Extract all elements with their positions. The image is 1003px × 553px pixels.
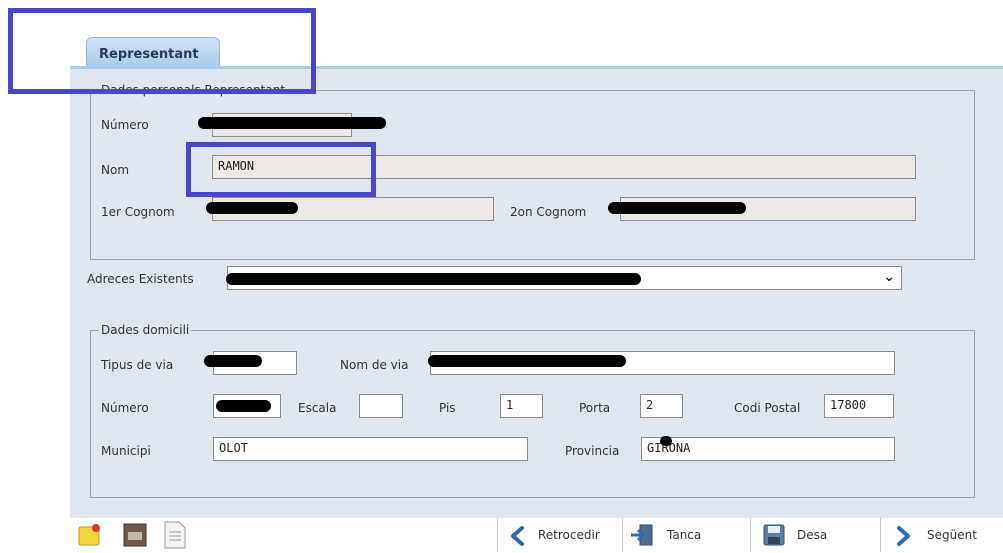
adreces-label: Adreces Existents xyxy=(87,272,194,286)
seguent-button[interactable]: Següent xyxy=(880,518,1003,552)
chevron-down-icon: ⌄ xyxy=(883,269,895,285)
nom-label: Nom xyxy=(101,163,130,177)
exit-door-icon xyxy=(630,524,654,549)
redaction-adreces xyxy=(226,273,641,285)
redaction-numero xyxy=(198,117,386,129)
document-icon[interactable] xyxy=(162,520,188,550)
desa-label: Desa xyxy=(797,528,828,542)
numero-label: Número xyxy=(101,118,149,132)
desa-button[interactable]: Desa xyxy=(750,518,880,552)
tipus-via-label: Tipus de via xyxy=(101,358,174,372)
provincia-label: Provincia xyxy=(565,444,620,458)
retrocedir-label: Retrocedir xyxy=(538,528,600,542)
tanca-button[interactable]: Tanca xyxy=(622,518,750,552)
arrow-right-icon xyxy=(893,526,913,549)
codi-postal-field[interactable]: 17800 xyxy=(824,394,894,418)
retrocedir-button[interactable]: Retrocedir xyxy=(497,518,622,552)
redaction-provincia xyxy=(660,436,672,446)
save-disk-icon xyxy=(763,524,785,549)
pis-field[interactable]: 1 xyxy=(500,394,543,418)
codi-postal-label: Codi Postal xyxy=(734,401,801,415)
porta-label: Porta xyxy=(579,401,611,415)
highlight-box-nom xyxy=(186,142,376,197)
numero-domicili-label: Número xyxy=(101,401,149,415)
redaction-tipus-via xyxy=(204,355,262,367)
municipi-field[interactable]: OLOT xyxy=(213,437,528,461)
redaction-numero-domicili xyxy=(216,400,271,412)
provincia-field[interactable]: GIRONA xyxy=(641,437,895,461)
redaction-cognom1 xyxy=(206,202,298,214)
escala-field[interactable] xyxy=(359,394,403,418)
municipi-label: Municipi xyxy=(101,444,151,458)
escala-label: Escala xyxy=(298,401,337,415)
archive-icon[interactable] xyxy=(121,522,149,548)
tanca-label: Tanca xyxy=(667,528,702,542)
redaction-cognom2 xyxy=(608,202,746,214)
nom-via-label: Nom de via xyxy=(340,358,409,372)
cognom2-label: 2on Cognom xyxy=(510,205,587,219)
redaction-nom-via xyxy=(428,355,626,367)
domicili-legend: Dades domicili xyxy=(101,323,190,337)
porta-field[interactable]: 2 xyxy=(640,394,683,418)
pis-label: Pis xyxy=(439,401,456,415)
new-document-icon[interactable] xyxy=(76,522,104,548)
cognom1-label: 1er Cognom xyxy=(101,205,175,219)
seguent-label: Següent xyxy=(927,528,977,542)
highlight-box-tab xyxy=(8,8,316,94)
arrow-left-icon xyxy=(508,526,528,549)
